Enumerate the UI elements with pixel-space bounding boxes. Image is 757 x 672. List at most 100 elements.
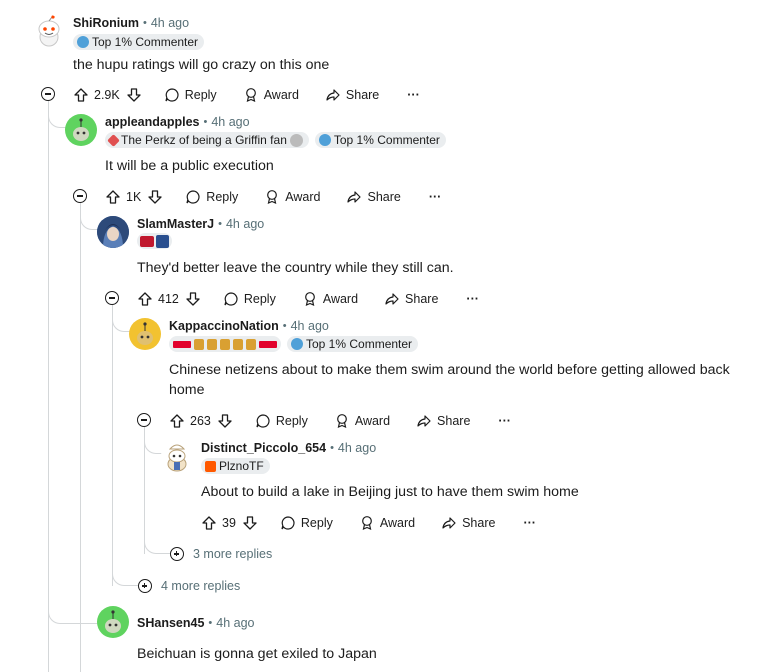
- flair-row: The Perkz of being a Griffin fan Top 1% …: [105, 132, 446, 148]
- user-flair: [137, 233, 172, 249]
- user-flair: PlznoTF: [201, 458, 270, 474]
- avatar[interactable]: [129, 318, 161, 350]
- trophy-icon: [233, 338, 243, 350]
- thread-line-2[interactable]: [80, 204, 81, 672]
- award-button[interactable]: Award: [334, 413, 390, 429]
- timestamp[interactable]: 4h ago: [226, 217, 264, 231]
- author-name[interactable]: KappaccinoNation: [169, 319, 279, 333]
- t1-logo-icon: [173, 340, 191, 348]
- flair-row: [137, 233, 172, 249]
- more-options-button[interactable]: ···: [498, 414, 511, 428]
- share-button[interactable]: Share: [325, 87, 379, 103]
- author-name[interactable]: ShiRonium: [73, 16, 139, 30]
- reply-button[interactable]: Reply: [185, 189, 238, 205]
- avatar[interactable]: [97, 216, 129, 248]
- share-arrow-icon: [347, 191, 362, 203]
- award-icon: [304, 292, 315, 307]
- award-label: Award: [354, 414, 391, 428]
- share-arrow-icon: [417, 415, 431, 427]
- award-button[interactable]: Award: [359, 515, 415, 531]
- upvote-button[interactable]: 2.9K: [73, 87, 120, 103]
- award-icon: [336, 414, 347, 429]
- share-button[interactable]: Share: [346, 189, 401, 205]
- upvote-button[interactable]: 1K: [105, 189, 141, 205]
- award-button[interactable]: Award: [243, 87, 299, 103]
- meta-separator: •: [218, 218, 222, 230]
- share-label: Share: [437, 414, 471, 428]
- expand-replies-button[interactable]: [138, 579, 152, 593]
- award-button[interactable]: Award: [264, 189, 320, 205]
- upvote-button[interactable]: 39: [201, 515, 236, 531]
- top-commenter-flair: Top 1% Commenter: [73, 34, 205, 50]
- reply-button[interactable]: Reply: [164, 87, 217, 103]
- trophy-icon: [220, 338, 230, 350]
- flair-label: Top 1% Commenter: [92, 35, 199, 49]
- avatar[interactable]: [161, 440, 193, 472]
- reply-bubble-icon: [165, 88, 179, 102]
- user-flair: The Perkz of being a Griffin fan: [105, 132, 309, 148]
- collapse-thread-button[interactable]: [41, 87, 55, 101]
- share-label: Share: [405, 292, 439, 306]
- thread-elbow: [144, 426, 162, 454]
- author-name[interactable]: SHansen45: [137, 616, 204, 630]
- award-icon: [245, 88, 256, 103]
- reply-label: Reply: [184, 88, 217, 102]
- avatar[interactable]: [65, 114, 97, 146]
- reply-bubble-icon: [281, 516, 295, 530]
- downvote-arrow-icon: [148, 190, 162, 204]
- downvote-button[interactable]: [217, 413, 233, 429]
- upvote-button[interactable]: 412: [137, 291, 179, 307]
- author-name[interactable]: SlamMasterJ: [137, 217, 214, 231]
- timestamp[interactable]: 4h ago: [151, 16, 189, 30]
- reply-button[interactable]: Reply: [223, 291, 276, 307]
- downvote-button[interactable]: [185, 291, 201, 307]
- reply-button[interactable]: Reply: [280, 515, 333, 531]
- timestamp[interactable]: 4h ago: [338, 441, 376, 455]
- expand-replies-button[interactable]: [170, 547, 184, 561]
- more-options-button[interactable]: ···: [523, 516, 536, 530]
- more-options-button[interactable]: ···: [466, 292, 479, 306]
- award-label: Award: [285, 190, 321, 204]
- meta-separator: •: [203, 116, 208, 128]
- more-options-button[interactable]: ···: [407, 88, 420, 102]
- upvote-button[interactable]: 263: [169, 413, 211, 429]
- collapse-thread-button[interactable]: [137, 413, 151, 427]
- share-button[interactable]: Share: [384, 291, 438, 307]
- reply-bubble-icon: [256, 414, 270, 428]
- comment-meta: ShiRonium • 4h ago: [73, 16, 189, 30]
- award-icon: [267, 190, 278, 205]
- thread-line-3[interactable]: [112, 306, 113, 586]
- more-options-button[interactable]: ···: [429, 190, 442, 204]
- share-button[interactable]: Share: [441, 515, 495, 531]
- team-logo-icon: [140, 235, 154, 247]
- timestamp[interactable]: 4h ago: [211, 115, 249, 129]
- collapse-thread-button[interactable]: [105, 291, 119, 305]
- timestamp[interactable]: 4h ago: [291, 319, 329, 333]
- downvote-button[interactable]: [126, 87, 142, 103]
- award-button[interactable]: Award: [302, 291, 358, 307]
- author-name[interactable]: Distinct_Piccolo_654: [201, 441, 326, 455]
- reply-button[interactable]: Reply: [255, 413, 308, 429]
- avatar[interactable]: [33, 15, 65, 47]
- reply-label: Reply: [206, 190, 239, 204]
- comment-meta: KappaccinoNation • 4h ago: [169, 319, 329, 333]
- share-label: Share: [345, 88, 380, 102]
- downvote-button[interactable]: [242, 515, 258, 531]
- score: 2.9K: [94, 88, 120, 102]
- collapse-thread-button[interactable]: [73, 189, 87, 203]
- share-button[interactable]: Share: [416, 413, 470, 429]
- upvote-arrow-icon: [74, 88, 88, 102]
- score: 39: [222, 516, 236, 530]
- reply-label: Reply: [300, 516, 333, 530]
- meta-separator: •: [282, 320, 287, 332]
- timestamp[interactable]: 4h ago: [216, 616, 254, 630]
- avatar[interactable]: [97, 606, 129, 638]
- author-name[interactable]: appleandapples: [105, 115, 199, 129]
- downvote-button[interactable]: [147, 189, 163, 205]
- more-replies-link[interactable]: 3 more replies: [193, 547, 272, 561]
- trophy-icon: [207, 338, 217, 350]
- more-replies-link[interactable]: 4 more replies: [161, 579, 240, 593]
- comment-meta: SlamMasterJ • 4h ago: [137, 217, 264, 231]
- comment-body: the hupu ratings will go crazy on this o…: [73, 57, 330, 73]
- thread-elbow: [48, 100, 66, 128]
